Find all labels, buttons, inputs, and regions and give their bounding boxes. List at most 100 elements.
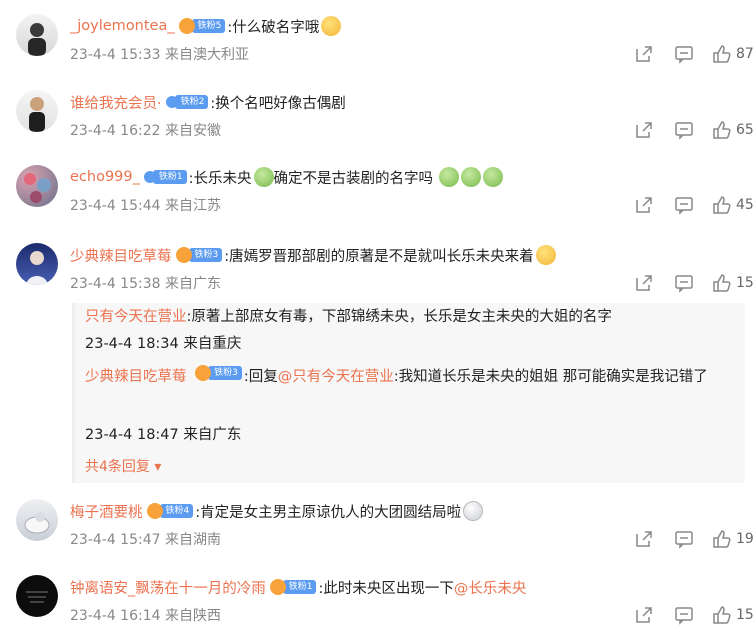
comment-icon[interactable] xyxy=(664,194,704,216)
comment-icon[interactable] xyxy=(664,604,704,626)
avatar[interactable] xyxy=(16,90,58,132)
comment-text: :长乐未央 xyxy=(188,170,252,187)
reply-meta: 23-4-4 18:34 来自重庆 xyxy=(85,336,242,352)
comment-icon[interactable] xyxy=(664,119,704,141)
share-icon[interactable] xyxy=(624,272,664,294)
comment-line: 谁给我充会员· 铁粉2 :换个名吧好像古偶剧 xyxy=(70,88,346,116)
username[interactable]: 只有今天在营业 xyxy=(85,309,187,325)
comment-icon[interactable] xyxy=(664,528,704,550)
comment-item: 钟离语安_飘荡在十一月的冷雨 铁粉1 :此时未央区出现一下 @长乐未央 23-4… xyxy=(0,573,756,633)
reply-item: 少典辣目吃草莓 铁粉3:回复@只有今天在营业:我知道长乐是未央的姐姐 那可能确实… xyxy=(85,363,735,391)
like-button[interactable]: 19 xyxy=(704,528,756,550)
reply-meta: 23-4-4 18:47 来自广东 xyxy=(85,427,242,443)
comment-text: 确定不是古装剧的名字吗 xyxy=(273,170,434,187)
comment-meta: 23-4-4 15:33 来自澳大利亚 xyxy=(70,47,249,63)
comment-meta: 23-4-4 15:44 来自江苏 xyxy=(70,198,221,214)
like-button[interactable]: 45 xyxy=(704,194,756,216)
share-icon[interactable] xyxy=(624,119,664,141)
like-button[interactable]: 15 xyxy=(704,272,756,294)
fan-badge[interactable]: 铁粉5 xyxy=(178,18,226,34)
emoji-icon xyxy=(463,501,484,521)
comment-item: _joylemontea_ 铁粉5 :什么破名字哦 23-4-4 15:33 来… xyxy=(0,12,756,72)
comment-icon[interactable] xyxy=(664,43,704,65)
crown-icon xyxy=(146,503,163,519)
comment-meta: 23-4-4 15:47 来自湖南 xyxy=(70,532,221,548)
comment-text: :肯定是女主男主原谅仇人的大团圆结局啦 xyxy=(195,504,462,521)
like-button[interactable]: 15 xyxy=(704,604,756,626)
comment-line: 梅子酒要桃 铁粉4 :肯定是女主男主原谅仇人的大团圆结局啦 xyxy=(70,497,484,525)
emoji-icon xyxy=(461,167,482,187)
avatar[interactable] xyxy=(16,165,58,207)
comment-item: 梅子酒要桃 铁粉4 :肯定是女主男主原谅仇人的大团圆结局啦 23-4-4 15:… xyxy=(0,497,756,557)
fan-badge[interactable]: 铁粉2 xyxy=(165,95,209,109)
comment-line: 少典辣目吃草莓 铁粉3 :唐嫣罗晋那部剧的原著是不是就叫长乐未央来着 xyxy=(70,241,556,269)
avatar[interactable] xyxy=(16,499,58,541)
share-icon[interactable] xyxy=(624,528,664,550)
thumbs-up-icon xyxy=(713,121,731,139)
username[interactable]: 钟离语安_飘荡在十一月的冷雨 xyxy=(70,577,266,598)
crown-icon xyxy=(178,18,195,34)
comment-line: _joylemontea_ 铁粉5 :什么破名字哦 xyxy=(70,12,342,40)
comment-meta: 23-4-4 16:14 来自陕西 xyxy=(70,608,221,624)
fan-badge[interactable]: 铁粉4 xyxy=(146,503,194,519)
thumbs-up-icon xyxy=(713,274,731,292)
avatar[interactable] xyxy=(16,575,58,617)
emoji-icon xyxy=(439,167,460,187)
comment-meta: 23-4-4 16:22 来自安徽 xyxy=(70,123,221,139)
comment-actions: 15 xyxy=(624,604,756,626)
reply-thread: 只有今天在营业:原著上部庶女有毒，下部锦绣未央，长乐是女主未央的大姐的名字 23… xyxy=(72,303,745,483)
thumbs-up-icon xyxy=(713,606,731,624)
comment-actions: 19 xyxy=(624,528,756,550)
comment-icon[interactable] xyxy=(664,272,704,294)
thumbs-up-icon xyxy=(713,530,731,548)
emoji-icon xyxy=(321,16,342,36)
more-replies-link[interactable]: 共4条回复 ▾ xyxy=(85,456,161,476)
comment-text: :唐嫣罗晋那部剧的原著是不是就叫长乐未央来着 xyxy=(224,248,534,265)
avatar[interactable] xyxy=(16,243,58,285)
fan-badge[interactable]: 铁粉1 xyxy=(269,579,317,595)
like-button[interactable]: 87 xyxy=(704,43,756,65)
fan-badge[interactable]: 铁粉3 xyxy=(175,247,223,263)
username[interactable]: 谁给我充会员· xyxy=(70,92,162,113)
emoji-icon xyxy=(535,245,556,265)
fan-badge[interactable]: 铁粉1 xyxy=(143,170,187,184)
comment-line: 钟离语安_飘荡在十一月的冷雨 铁粉1 :此时未央区出现一下 @长乐未央 xyxy=(70,573,526,601)
emoji-icon xyxy=(253,167,274,187)
comment-text: :换个名吧好像古偶剧 xyxy=(210,95,346,112)
avatar[interactable] xyxy=(16,14,58,56)
comment-text: :此时未央区出现一下 xyxy=(318,580,454,597)
username[interactable]: _joylemontea_ xyxy=(70,18,175,34)
reply-item: 只有今天在营业:原著上部庶女有毒，下部锦绣未央，长乐是女主未央的大姐的名字 xyxy=(85,303,735,331)
reply-text: :原著上部庶女有毒，下部锦绣未央，长乐是女主未央的大姐的名字 xyxy=(186,309,612,325)
reply-prefix: :回复 xyxy=(243,369,278,385)
thumbs-up-icon xyxy=(713,196,731,214)
like-button[interactable]: 65 xyxy=(704,119,756,141)
username[interactable]: 少典辣目吃草莓 xyxy=(85,369,187,385)
fan-badge[interactable]: 铁粉3 xyxy=(195,365,242,381)
crown-icon xyxy=(195,365,212,381)
comment-actions: 65 xyxy=(624,119,756,141)
mention-link[interactable]: @只有今天在营业 xyxy=(278,369,394,385)
comment-actions: 87 xyxy=(624,43,756,65)
comment-item: echo999_ 铁粉1 :长乐未央 确定不是古装剧的名字吗 23-4-4 15… xyxy=(0,163,756,223)
share-icon[interactable] xyxy=(624,194,664,216)
comment-text: :什么破名字哦 xyxy=(227,19,320,36)
mention-link[interactable]: @长乐未央 xyxy=(454,577,527,598)
comment-item: 少典辣目吃草莓 铁粉3 :唐嫣罗晋那部剧的原著是不是就叫长乐未央来着 23-4-… xyxy=(0,241,756,483)
diamond-icon xyxy=(165,96,178,108)
comment-line: echo999_ 铁粉1 :长乐未央 确定不是古装剧的名字吗 xyxy=(70,163,504,191)
comment-item: 谁给我充会员· 铁粉2 :换个名吧好像古偶剧 23-4-4 16:22 来自安徽… xyxy=(0,88,756,148)
share-icon[interactable] xyxy=(624,604,664,626)
diamond-icon xyxy=(143,171,156,183)
crown-icon xyxy=(175,247,192,263)
comment-meta: 23-4-4 15:38 来自广东 xyxy=(70,276,221,292)
username[interactable]: 梅子酒要桃 xyxy=(70,501,143,522)
emoji-icon xyxy=(483,167,504,187)
comment-actions: 45 xyxy=(624,194,756,216)
share-icon[interactable] xyxy=(624,43,664,65)
username[interactable]: echo999_ xyxy=(70,169,140,185)
comment-actions: 15 xyxy=(624,272,756,294)
crown-icon xyxy=(269,579,286,595)
reply-text: :我知道长乐是未央的姐姐 那可能确实是我记错了 xyxy=(393,369,708,385)
username[interactable]: 少典辣目吃草莓 xyxy=(70,245,172,266)
